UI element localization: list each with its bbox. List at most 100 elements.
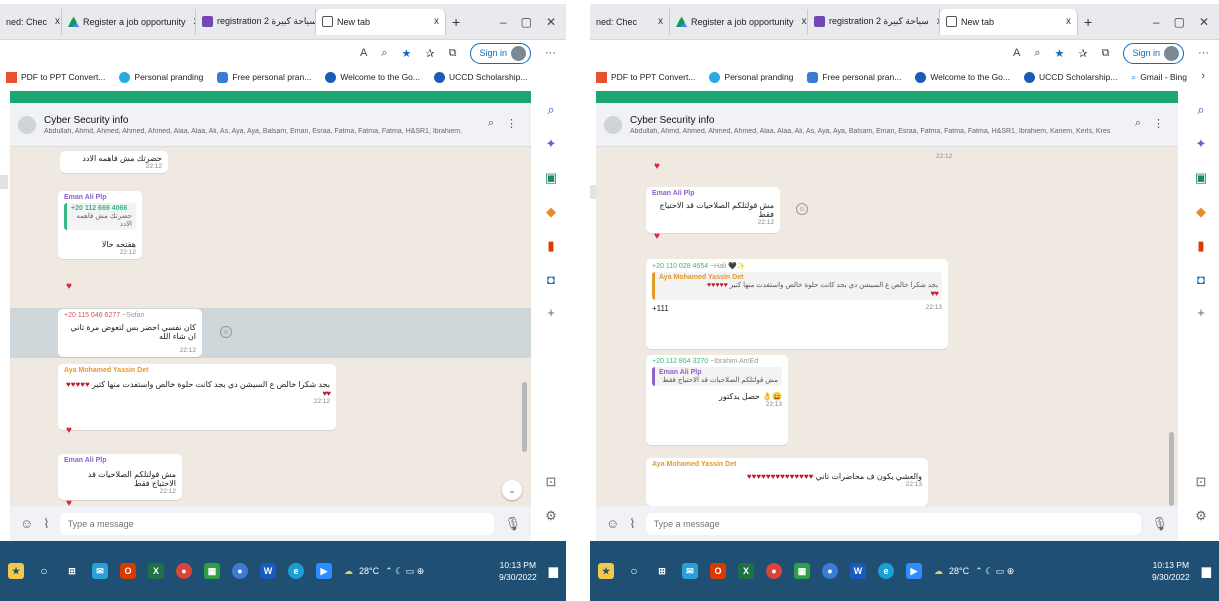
scrollbar[interactable] (1169, 432, 1174, 506)
mail-icon[interactable]: ✉ (682, 563, 698, 579)
message-bubble[interactable]: Eman Ali Plp مش قولتلكم الصلاحيات قد الا… (58, 454, 182, 500)
settings-icon[interactable]: ⚙ (1195, 508, 1207, 524)
more-icon[interactable]: ··· (545, 47, 556, 59)
tab-new-tab[interactable]: New tab x (316, 8, 446, 35)
image-icon[interactable]: ▦ (794, 563, 810, 579)
search-icon[interactable]: ⌕ (547, 102, 554, 118)
message-input[interactable] (645, 512, 1142, 535)
bookmark-welcome[interactable]: Welcome to the Go... (325, 71, 420, 83)
favorite-star-icon[interactable]: ★ (1055, 47, 1065, 60)
read-aloud-icon[interactable]: A (360, 47, 367, 59)
read-aloud-icon[interactable]: A (1013, 47, 1020, 59)
microphone-icon[interactable]: 🎙 (1151, 516, 1168, 532)
tab-registration[interactable]: registration 2 سياحة كبيرةx (196, 8, 316, 35)
close-window-icon[interactable]: ✕ (546, 15, 556, 29)
new-tab-button[interactable]: + (1078, 14, 1098, 30)
sign-in-button[interactable]: Sign in (1123, 42, 1184, 64)
outlook-icon[interactable]: ◘ (1197, 272, 1205, 287)
clock[interactable]: 10:13 PM 9/30/2022 (1152, 559, 1190, 583)
close-window-icon[interactable]: ✕ (1199, 15, 1209, 29)
office-icon[interactable]: ▮ (547, 238, 554, 254)
bookmark-free-personal[interactable]: Free personal pran... (217, 71, 311, 83)
scrollbar[interactable] (522, 382, 527, 452)
message-bubble[interactable]: +20 115 046 6277 ~Sofan كان نفسي احضر بس… (58, 309, 202, 357)
weather-star-icon[interactable]: ★ (8, 563, 24, 579)
search-icon[interactable]: ⌕ (1197, 102, 1204, 118)
excel-icon[interactable]: X (738, 563, 754, 579)
word-icon[interactable]: W (850, 563, 866, 579)
search-icon[interactable]: ⌕ (1135, 117, 1141, 130)
zoom-icon[interactable]: ⌕ (1034, 47, 1040, 60)
add-icon[interactable]: + (1197, 305, 1205, 320)
attach-icon[interactable]: ⌇ (629, 516, 635, 532)
office-icon[interactable]: O (710, 563, 726, 579)
tab-check[interactable]: ned: Chec x (590, 8, 670, 35)
search-icon[interactable]: ⌕ (488, 117, 494, 130)
close-icon[interactable]: x (798, 16, 807, 27)
zoom-icon[interactable]: ⌕ (381, 47, 387, 60)
office-icon[interactable]: ▮ (1197, 238, 1204, 254)
forward-icon[interactable]: ☺ (796, 203, 808, 215)
close-icon[interactable]: x (51, 16, 60, 27)
chrome-icon[interactable]: ● (766, 563, 782, 579)
minimize-icon[interactable]: – (1153, 15, 1160, 29)
sparkle-icon[interactable]: ✦ (1196, 136, 1207, 152)
more-icon[interactable]: ··· (1198, 47, 1209, 59)
app-icon[interactable]: ● (232, 563, 248, 579)
maximize-icon[interactable]: ▢ (521, 15, 532, 29)
split-screen-icon[interactable]: ⊡ (1196, 474, 1207, 490)
tab-registration[interactable]: registration 2 سياحة كبيرةx (808, 8, 940, 35)
excel-icon[interactable]: X (148, 563, 164, 579)
weather-widget[interactable]: ☁ 28°C ⌃ ☾ ▭ ⊕ (344, 566, 424, 577)
forward-icon[interactable]: ☺ (220, 326, 232, 338)
bookmark-pdf-ppt[interactable]: PDF to PPT Convert... (6, 71, 105, 83)
quoted-message[interactable]: Eman Ali Plp مش قولتلكم الصلاحيات قد الا… (652, 367, 782, 386)
tab-new-tab[interactable]: New tab x (940, 8, 1078, 35)
maximize-icon[interactable]: ▢ (1174, 15, 1185, 29)
emoji-icon[interactable]: ☺ (606, 516, 619, 531)
shopping-icon[interactable]: ▣ (1195, 170, 1207, 186)
message-bubble[interactable]: Eman Ali Plp +20 112 669 4066 حضرتك مش ف… (58, 191, 142, 259)
add-icon[interactable]: + (547, 305, 555, 320)
app-icon[interactable]: ● (822, 563, 838, 579)
minimize-icon[interactable]: – (500, 15, 507, 29)
image-icon[interactable]: ▦ (204, 563, 220, 579)
notification-icon[interactable]: ▆ (1202, 564, 1211, 578)
bookmark-uccd[interactable]: UCCD Scholarship... (1024, 71, 1117, 83)
chrome-icon[interactable]: ● (176, 563, 192, 579)
weather-widget[interactable]: ☁ 28°C ⌃ ☾ ▭ ⊕ (934, 566, 1014, 577)
scroll-down-button[interactable]: ⌄ (502, 480, 522, 500)
games-icon[interactable]: ◆ (546, 204, 556, 220)
weather-star-icon[interactable]: ★ (598, 563, 614, 579)
microphone-icon[interactable]: 🎙 (504, 516, 521, 532)
message-bubble[interactable]: +20 112 864 3270 ~Ibrahim AmEd Eman Ali … (646, 355, 788, 445)
emoji-icon[interactable]: ☺ (20, 516, 33, 531)
notification-icon[interactable]: ▆ (549, 564, 558, 578)
split-screen-icon[interactable]: ⊡ (546, 474, 557, 490)
task-view-icon[interactable]: ⊞ (64, 563, 80, 579)
outlook-icon[interactable]: ◘ (547, 272, 555, 287)
bookmark-welcome[interactable]: Welcome to the Go... (915, 71, 1010, 83)
tab-check[interactable]: ned: Chec x (0, 8, 62, 35)
message-bubble[interactable]: Eman Ali Plp مش قولتلكم الصلاحيات قد الا… (646, 187, 780, 233)
bookmark-uccd[interactable]: UCCD Scholarship... (434, 71, 527, 83)
menu-icon[interactable]: ⋮ (1153, 117, 1164, 130)
close-icon[interactable]: x (1062, 16, 1071, 27)
collections-icon[interactable]: ⧉ (1102, 47, 1110, 60)
favorites-icon[interactable]: ✰ (425, 47, 434, 60)
clock[interactable]: 10:13 PM 9/30/2022 (499, 559, 537, 583)
search-circle-icon[interactable]: ○ (36, 563, 52, 579)
zoom-icon[interactable]: ▶ (316, 563, 332, 579)
sparkle-icon[interactable]: ✦ (546, 136, 557, 152)
zoom-icon[interactable]: ▶ (906, 563, 922, 579)
close-icon[interactable]: x (654, 16, 663, 27)
word-icon[interactable]: W (260, 563, 276, 579)
collections-icon[interactable]: ⧉ (449, 47, 457, 60)
message-bubble[interactable]: Aya Mohamed Yassin Det والعشي يكون ف محا… (646, 458, 928, 506)
message-bubble[interactable]: Aya Mohamed Yassin Det بجد شكرا خالص ع ا… (58, 364, 336, 430)
edge-icon[interactable]: e (288, 563, 304, 579)
message-bubble[interactable]: حضرتك مش فاهمه الادد 22:12 (60, 151, 168, 173)
search-circle-icon[interactable]: ○ (626, 563, 642, 579)
message-bubble[interactable]: +20 110 028 4654 ~Hali 🖤✨ Aya Mohamed Ya… (646, 259, 948, 349)
bookmark-gmail[interactable]: ⌕ Gmail - Bing (1131, 72, 1187, 83)
